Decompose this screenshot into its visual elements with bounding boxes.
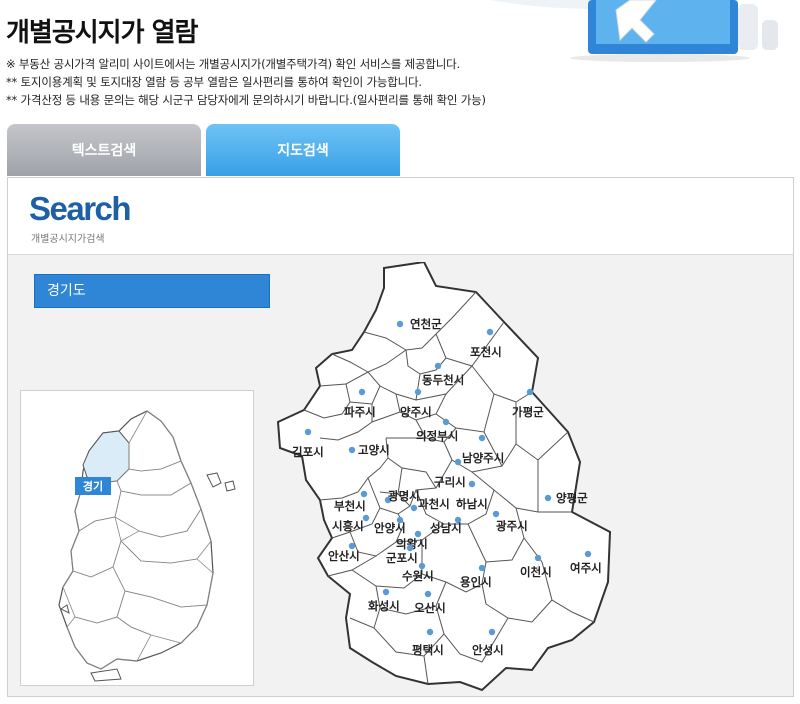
city-label-30[interactable]: 안성시 (472, 643, 504, 657)
city-label-26[interactable]: 여주시 (570, 561, 602, 575)
city-marker-26[interactable] (584, 550, 592, 558)
city-label-9[interactable]: 남양주시 (462, 451, 504, 465)
city-marker-30[interactable] (488, 628, 496, 636)
page-title: 개별공시지가 열람 (6, 18, 198, 48)
city-marker-4[interactable] (414, 388, 422, 396)
city-label-25[interactable]: 이천시 (520, 565, 552, 579)
city-label-0[interactable]: 연천군 (410, 317, 442, 331)
city-label-14[interactable]: 광명시 (388, 489, 420, 503)
city-label-7[interactable]: 김포시 (292, 445, 324, 459)
notice-line-2: ** 토지이용계획 및 토지대장 열람 등 공부 열람은 일사편리를 통하여 확… (6, 75, 422, 89)
city-label-19[interactable]: 광주시 (496, 519, 528, 533)
city-marker-3[interactable] (358, 388, 366, 396)
city-label-22[interactable]: 군포시 (386, 551, 418, 565)
notice-line-1: ※ 부동산 공시가격 알리미 사이트에서는 개별공시지가(개별주택가격) 확인 … (6, 57, 460, 71)
city-marker-8[interactable] (348, 446, 356, 454)
selected-region[interactable]: 경기도 (34, 274, 270, 308)
tab-map-search[interactable]: 지도검색 (206, 124, 400, 176)
city-marker-27[interactable] (382, 588, 390, 596)
city-marker-19[interactable] (492, 510, 500, 518)
city-label-18[interactable]: 성남시 (430, 521, 462, 535)
minimap-highlight-label: 경기 (83, 479, 103, 493)
city-marker-2[interactable] (434, 362, 442, 370)
city-label-23[interactable]: 수원시 (402, 569, 434, 583)
search-panel-header: Search 개별공시지가검색 (8, 178, 793, 255)
tab-text-search[interactable]: 텍스트검색 (7, 124, 201, 176)
city-label-11[interactable]: 하남시 (456, 497, 488, 511)
city-marker-9[interactable] (478, 434, 486, 442)
city-label-3[interactable]: 파주시 (344, 405, 376, 419)
city-marker-15[interactable] (410, 504, 418, 512)
city-marker-0[interactable] (396, 320, 404, 328)
city-label-13[interactable]: 부천시 (334, 499, 366, 513)
city-label-21[interactable]: 안산시 (328, 549, 360, 563)
city-label-10[interactable]: 구리시 (434, 475, 466, 489)
city-label-12[interactable]: 양평군 (556, 491, 588, 505)
search-title: Search (29, 190, 132, 227)
city-label-24[interactable]: 용인시 (460, 575, 492, 589)
city-marker-12[interactable] (544, 494, 552, 502)
city-label-27[interactable]: 화성시 (368, 599, 400, 613)
city-label-29[interactable]: 평택시 (412, 643, 444, 657)
city-marker-7[interactable] (304, 428, 312, 436)
city-label-2[interactable]: 동두천시 (422, 373, 464, 387)
notice-line-3: ** 가격산정 등 내용 문의는 해당 시군구 담당자에게 문의하시기 바랍니다… (6, 93, 486, 107)
city-marker-25[interactable] (534, 554, 542, 562)
city-marker-16[interactable] (362, 514, 370, 522)
gyeonggi-region[interactable] (82, 430, 130, 484)
gyeonggi-map[interactable]: 연천군포천시동두천시파주시 양주시 가평군의정부시김포시 고양시남양주시구리시하남시 양… (276, 260, 626, 698)
city-label-5[interactable]: 가평군 (512, 405, 544, 419)
city-label-6[interactable]: 의정부시 (416, 429, 458, 443)
city-marker-10[interactable] (454, 458, 462, 466)
city-label-4[interactable]: 양주시 (400, 405, 432, 419)
city-label-28[interactable]: 오산시 (414, 601, 446, 615)
city-label-16[interactable]: 시흥시 (332, 519, 364, 533)
search-subtitle: 개별공시지가검색 (31, 234, 105, 245)
city-marker-29[interactable] (426, 628, 434, 636)
city-marker-1[interactable] (486, 328, 494, 336)
city-marker-13[interactable] (360, 490, 368, 498)
city-marker-28[interactable] (424, 590, 432, 598)
city-label-17[interactable]: 안양시 (374, 521, 406, 535)
search-panel: Search 개별공시지가검색 경기도 경기 연천군 포천시 동두천시 파주시 … (7, 177, 794, 697)
city-marker-5[interactable] (526, 388, 534, 396)
korea-outline (58, 410, 214, 670)
city-label-1[interactable]: 포천시 (470, 345, 502, 359)
city-marker-6[interactable] (442, 418, 450, 426)
city-label-8[interactable]: 고양시 (358, 443, 390, 457)
korea-minimap[interactable]: 경기 (20, 390, 254, 686)
city-marker-11[interactable] (468, 480, 476, 488)
city-label-15[interactable]: 과천시 (418, 497, 450, 511)
header-illustration (470, 0, 800, 62)
city-marker-24[interactable] (478, 564, 486, 572)
